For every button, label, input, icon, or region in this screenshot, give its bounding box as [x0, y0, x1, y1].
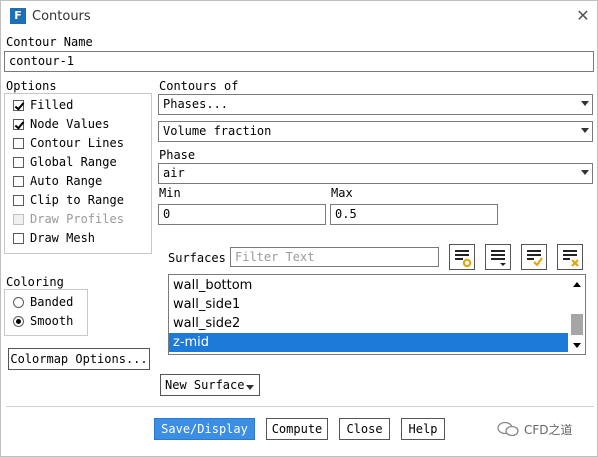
- watermark-text: CFD之道: [524, 422, 573, 437]
- auto-range-checkbox[interactable]: Auto Range: [13, 174, 102, 188]
- phase-dropdown[interactable]: air: [158, 163, 593, 184]
- contour-name-input[interactable]: contour-1: [4, 51, 594, 72]
- dropdown-value: Phases...: [163, 97, 229, 111]
- checkbox-label: Draw Profiles: [30, 212, 124, 226]
- global-range-checkbox[interactable]: Global Range: [13, 155, 117, 169]
- wechat-icon: [497, 421, 519, 437]
- contour-name-label: Contour Name: [6, 35, 93, 49]
- smooth-radio[interactable]: Smooth: [13, 314, 73, 328]
- dropdown-value: air: [163, 166, 185, 180]
- list-item[interactable]: wall_side2: [173, 316, 240, 331]
- divider: [6, 406, 594, 407]
- draw-profiles-checkbox: Draw Profiles: [13, 212, 124, 226]
- title-bar: F Contours ✕: [1, 1, 597, 32]
- checkbox-box[interactable]: [13, 156, 24, 168]
- save-display-button[interactable]: Save/Display: [154, 418, 255, 440]
- filled-checkbox[interactable]: Filled: [13, 98, 73, 112]
- phase-label: Phase: [159, 148, 196, 162]
- surfaces-label: Surfaces: [168, 251, 226, 265]
- scroll-thumb[interactable]: [571, 314, 583, 335]
- checkbox-label: Clip to Range: [30, 193, 124, 207]
- list-item-selected[interactable]: z-mid: [169, 333, 568, 352]
- scroll-up-icon[interactable]: [573, 282, 581, 287]
- chevron-down-icon: [581, 128, 589, 133]
- radio-circle[interactable]: [13, 296, 24, 308]
- checkbox-box[interactable]: [13, 175, 24, 187]
- contours-of-category-dropdown[interactable]: Phases...: [158, 94, 593, 115]
- draw-mesh-checkbox[interactable]: Draw Mesh: [13, 231, 95, 245]
- contours-dialog: F Contours ✕ Contour Name contour-1 Opti…: [0, 0, 598, 457]
- clip-to-range-checkbox[interactable]: Clip to Range: [13, 193, 124, 207]
- close-window-icon[interactable]: ✕: [574, 7, 592, 25]
- select-all-surfaces-icon[interactable]: [521, 244, 547, 270]
- chevron-down-icon: [581, 101, 589, 106]
- surface-list-menu-icon[interactable]: [485, 244, 511, 270]
- contours-of-variable-dropdown[interactable]: Volume fraction: [158, 121, 593, 142]
- checkbox-box[interactable]: [13, 232, 24, 244]
- contour-lines-checkbox[interactable]: Contour Lines: [13, 136, 124, 150]
- min-input[interactable]: 0: [158, 204, 326, 225]
- deselect-all-surfaces-icon[interactable]: [557, 244, 583, 270]
- radio-circle[interactable]: [13, 315, 24, 327]
- max-label: Max: [331, 186, 353, 200]
- compute-button[interactable]: Compute: [266, 418, 328, 440]
- watermark: CFD之道: [496, 420, 573, 438]
- surfaces-list[interactable]: wall_bottom wall_side1 wall_side2 z-mid: [168, 274, 586, 355]
- list-item[interactable]: wall_side1: [173, 297, 240, 312]
- button-label: New Surface: [165, 378, 245, 392]
- list-item[interactable]: wall_bottom: [173, 278, 252, 293]
- scroll-down-icon[interactable]: [573, 343, 581, 348]
- surfaces-filter-input[interactable]: Filter Text: [230, 247, 439, 267]
- coloring-label: Coloring: [6, 275, 64, 289]
- checkbox-label: Global Range: [30, 155, 117, 169]
- checkbox-label: Draw Mesh: [30, 231, 96, 245]
- radio-label: Smooth: [30, 314, 74, 328]
- contours-of-label: Contours of: [159, 79, 239, 93]
- checkbox-box[interactable]: [13, 137, 24, 149]
- surfaces-scrollbar[interactable]: [569, 275, 585, 354]
- banded-radio[interactable]: Banded: [13, 295, 73, 309]
- min-label: Min: [159, 186, 181, 200]
- new-surface-button[interactable]: New Surface: [160, 374, 260, 396]
- checkbox-box: [13, 213, 24, 225]
- radio-label: Banded: [30, 295, 74, 309]
- dropdown-value: Volume fraction: [163, 124, 272, 138]
- checkbox-box[interactable]: [13, 99, 24, 111]
- select-filter-surfaces-icon[interactable]: [449, 244, 475, 270]
- chevron-down-icon: [246, 385, 254, 390]
- max-input[interactable]: 0.5: [330, 204, 498, 225]
- checkbox-label: Filled: [30, 98, 74, 112]
- checkbox-box[interactable]: [13, 194, 24, 206]
- checkbox-label: Node Values: [30, 117, 110, 131]
- checkbox-label: Auto Range: [30, 174, 103, 188]
- window-title: Contours: [32, 9, 91, 24]
- help-button[interactable]: Help: [401, 418, 445, 440]
- node-values-checkbox[interactable]: Node Values: [13, 117, 109, 131]
- options-label: Options: [6, 79, 57, 93]
- colormap-options-button[interactable]: Colormap Options...: [8, 348, 150, 370]
- checkbox-label: Contour Lines: [30, 136, 124, 150]
- close-button[interactable]: Close: [339, 418, 390, 440]
- app-icon: F: [10, 8, 26, 24]
- chevron-down-icon: [581, 170, 589, 175]
- checkbox-box[interactable]: [13, 118, 24, 130]
